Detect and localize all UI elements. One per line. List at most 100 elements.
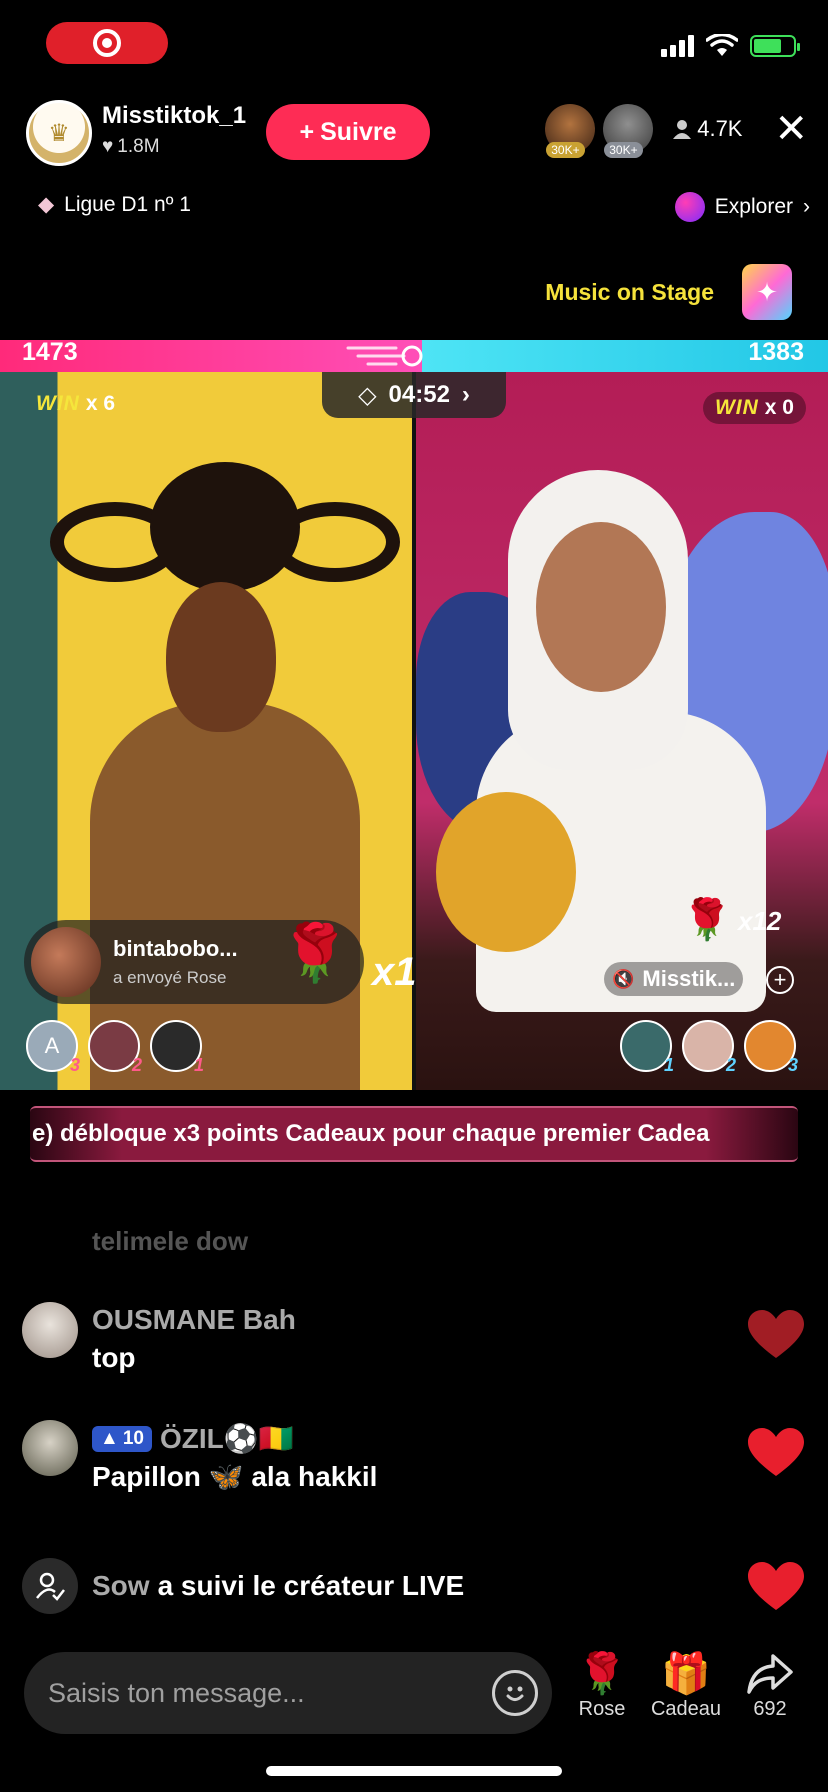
battery-icon [750,35,800,57]
gift-icon: 🎁 [661,1652,711,1696]
commenter-name[interactable]: OUSMANE Bah [92,1304,296,1336]
gift-multiplier: x1 [372,950,417,994]
level-value: 10 [122,1427,144,1449]
rose-label: Rose [578,1698,626,1720]
screen-recording-indicator[interactable] [46,22,168,64]
rose-gift-icon: 🌹 [682,898,732,942]
video-figure [150,462,300,592]
music-stage-icon: ✦ [742,264,792,320]
rose-button[interactable]: 🌹 Rose [576,1652,628,1721]
top-gifter-avatar[interactable]: 2 [88,1020,142,1075]
score-left: 1473 [22,338,78,366]
comment-item: ▲ 10 ÖZIL⚽🇬🇳 Papillon 🦋 ala hakkil [22,1420,810,1500]
win-label: WIN [714,396,759,419]
top-viewer-avatar[interactable]: 30K+ [603,104,654,158]
gifter-avatar[interactable] [31,927,101,997]
follow-guest-plus-icon[interactable]: + [766,966,794,994]
score-divider-icon [346,345,423,367]
gifter-rank: 1 [193,1055,204,1075]
announcement-ticker[interactable]: e) débloque x3 points Cadeaux pour chaqu… [30,1106,798,1162]
timer-value: 04:52 [388,381,450,408]
heart-icon[interactable] [748,1562,804,1612]
rose-gift-icon: 🌹 [280,921,350,984]
gift-button[interactable]: 🎁 Cadeau [648,1652,724,1721]
top-gifter-avatar[interactable]: 2 [682,1020,736,1075]
follow-event-item: Sow a suivi le créateur LIVE [22,1558,810,1618]
top-gifter-avatar[interactable]: 1 [620,1020,674,1075]
guest-name-tag[interactable]: 🔇 Misstik... [604,962,744,996]
gifter-name: bintabobo... [113,936,238,961]
wifi-icon [706,34,738,56]
heart-icon[interactable] [748,1310,804,1360]
gifter-rank: 2 [131,1055,142,1075]
emoji-icon[interactable] [492,1670,538,1716]
heart-icon[interactable] [748,1428,804,1478]
user-follow-icon [22,1558,78,1614]
video-figure [536,522,666,692]
explore-link[interactable]: Explorer › [674,192,810,222]
gift-label: Cadeau [650,1698,722,1720]
video-figure [166,582,276,732]
gift-multiplier-right: x12 [738,906,782,936]
win-count: x 0 [764,396,794,419]
top-gifter-avatar[interactable]: A 3 [26,1020,80,1075]
host-name[interactable]: Misstiktok_1 [102,102,246,130]
win-streak-left: WIN x 6 [36,392,115,416]
message-input[interactable] [24,1652,552,1734]
follow-event-message: a suivi le créateur LIVE [157,1570,465,1601]
music-on-stage[interactable]: Music on Stage ✦ [545,264,792,320]
heart-icon: ♥ [102,136,114,157]
follow-event-text: Sow a suivi le créateur LIVE [92,1570,464,1602]
rose-icon: 🌹 [577,1652,627,1696]
gifter-rank: 1 [663,1055,674,1075]
battle-timer[interactable]: ◇ 04:52 › [322,372,506,418]
chevron-right-icon: › [803,195,810,218]
top-gifters-left: A 3 2 1 [26,1020,204,1075]
viewer-badge: 30K+ [546,142,585,158]
share-button[interactable]: 692 [740,1652,800,1721]
explore-icon [674,192,705,222]
top-viewer-avatar[interactable]: 30K+ [545,104,596,158]
status-icons [661,34,800,58]
top-gifter-avatar[interactable]: 1 [150,1020,204,1075]
diamond-icon: ◆ [38,193,55,216]
status-bar [0,0,828,88]
win-streak-right: WIN x 0 [702,392,806,424]
live-header: ♛ Misstiktok_1 ♥ 1.8M + Suivre 30K+ 30K+… [26,100,808,166]
ticker-text: e) débloque x3 points Cadeaux pour chaqu… [32,1120,710,1147]
host-likes-count: 1.8M [117,136,160,157]
plus-icon: + [299,117,315,146]
home-indicator[interactable] [266,1766,562,1776]
top-gifter-avatar[interactable]: 3 [744,1020,798,1075]
commenter-avatar[interactable] [22,1302,78,1358]
commenter-avatar[interactable] [22,1420,78,1476]
league-rank[interactable]: ◆ Ligue D1 nº 1 [38,192,191,217]
commenter-name-text[interactable]: Sow [92,1570,150,1602]
follow-button[interactable]: + Suivre [266,104,430,160]
commenter-name[interactable]: ▲ 10 ÖZIL⚽🇬🇳 [92,1422,293,1455]
follow-label: Suivre [320,117,397,146]
commenter-name-text: OUSMANE Bah [92,1304,296,1335]
viewer-count[interactable]: 4.7K [673,116,742,142]
diamond-icon: ◇ [358,381,377,409]
level-badge: ▲ 10 [92,1425,152,1452]
close-icon[interactable]: ✕ [774,109,808,149]
win-label: WIN [36,392,80,415]
win-count: x 6 [85,392,116,415]
comment-text: top [92,1342,136,1373]
comment-item: OUSMANE Bah top [22,1302,810,1382]
gifter-initial: A [44,1033,60,1058]
level-icon: ▲ [100,1427,119,1449]
chevron-right-icon: › [461,381,470,408]
gifter-rank: 3 [69,1055,80,1075]
guest-name: Misstik... [642,966,736,991]
host-avatar[interactable]: ♛ [26,100,92,166]
host-likes: ♥ 1.8M [102,136,160,158]
faded-comment: telimele dow [92,1226,249,1256]
share-arrow-icon [747,1654,793,1694]
commenter-name-text: ÖZIL⚽🇬🇳 [159,1423,294,1454]
video-figure [436,792,576,952]
viewer-area: 30K+ 30K+ 4.7K ✕ [545,104,808,158]
gifter-rank: 3 [787,1055,798,1075]
top-gifters-right: 1 2 3 [620,1020,798,1075]
